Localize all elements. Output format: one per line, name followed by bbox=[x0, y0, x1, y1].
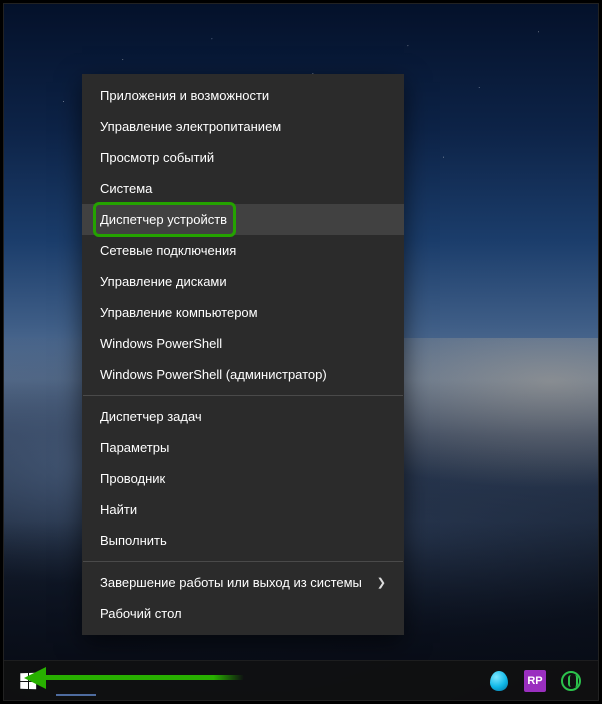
menu-item-label: Просмотр событий bbox=[100, 150, 214, 165]
winx-menu-item[interactable]: Управление дисками bbox=[82, 266, 404, 297]
winx-menu-item[interactable]: Рабочий стол bbox=[82, 598, 404, 629]
tray-icon-egg[interactable] bbox=[488, 670, 510, 692]
winx-menu-item[interactable]: Система bbox=[82, 173, 404, 204]
winx-menu-item[interactable]: Приложения и возможности bbox=[82, 80, 404, 111]
winx-menu-item[interactable]: Диспетчер устройств bbox=[82, 204, 404, 235]
winx-menu-item[interactable]: Параметры bbox=[82, 432, 404, 463]
menu-separator bbox=[83, 561, 403, 562]
tray-icon-rp[interactable]: RP bbox=[524, 670, 546, 692]
winx-menu-item[interactable]: Найти bbox=[82, 494, 404, 525]
winx-menu-item[interactable]: Управление компьютером bbox=[82, 297, 404, 328]
tray-icon-opera[interactable] bbox=[560, 670, 582, 692]
windows-logo-icon bbox=[20, 672, 36, 688]
chevron-right-icon: ❯ bbox=[377, 576, 386, 589]
menu-item-label: Приложения и возможности bbox=[100, 88, 269, 103]
winx-menu-item[interactable]: Просмотр событий bbox=[82, 142, 404, 173]
start-button[interactable] bbox=[4, 661, 52, 701]
taskbar: RP bbox=[4, 660, 598, 700]
menu-item-label: Выполнить bbox=[100, 533, 167, 548]
menu-item-label: Windows PowerShell bbox=[100, 336, 222, 351]
menu-item-label: Завершение работы или выход из системы bbox=[100, 575, 362, 590]
menu-item-label: Рабочий стол bbox=[100, 606, 182, 621]
winx-menu-item[interactable]: Завершение работы или выход из системы ❯ bbox=[82, 567, 404, 598]
winx-menu-item[interactable]: Сетевые подключения bbox=[82, 235, 404, 266]
menu-item-label: Windows PowerShell (администратор) bbox=[100, 367, 327, 382]
rp-icon-label: RP bbox=[527, 675, 542, 687]
winx-menu-item[interactable]: Диспетчер задач bbox=[82, 401, 404, 432]
winx-menu-item[interactable]: Управление электропитанием bbox=[82, 111, 404, 142]
menu-item-label: Система bbox=[100, 181, 152, 196]
winx-menu-item[interactable]: Windows PowerShell bbox=[82, 328, 404, 359]
opera-icon bbox=[561, 671, 581, 691]
menu-item-label: Параметры bbox=[100, 440, 169, 455]
menu-separator bbox=[83, 395, 403, 396]
menu-item-label: Диспетчер задач bbox=[100, 409, 202, 424]
menu-item-label: Управление компьютером bbox=[100, 305, 258, 320]
egg-icon bbox=[490, 671, 508, 691]
taskbar-tray: RP bbox=[488, 670, 598, 692]
menu-item-label: Проводник bbox=[100, 471, 165, 486]
menu-item-label: Сетевые подключения bbox=[100, 243, 236, 258]
menu-item-label: Диспетчер устройств bbox=[100, 212, 227, 227]
menu-item-label: Найти bbox=[100, 502, 137, 517]
menu-item-label: Управление электропитанием bbox=[100, 119, 281, 134]
winx-context-menu: Приложения и возможности Управление элект… bbox=[82, 74, 404, 635]
winx-menu-item[interactable]: Выполнить bbox=[82, 525, 404, 556]
menu-item-label: Управление дисками bbox=[100, 274, 227, 289]
winx-menu-item[interactable]: Проводник bbox=[82, 463, 404, 494]
winx-menu-item[interactable]: Windows PowerShell (администратор) bbox=[82, 359, 404, 390]
taskbar-pinned-app[interactable] bbox=[56, 666, 96, 696]
